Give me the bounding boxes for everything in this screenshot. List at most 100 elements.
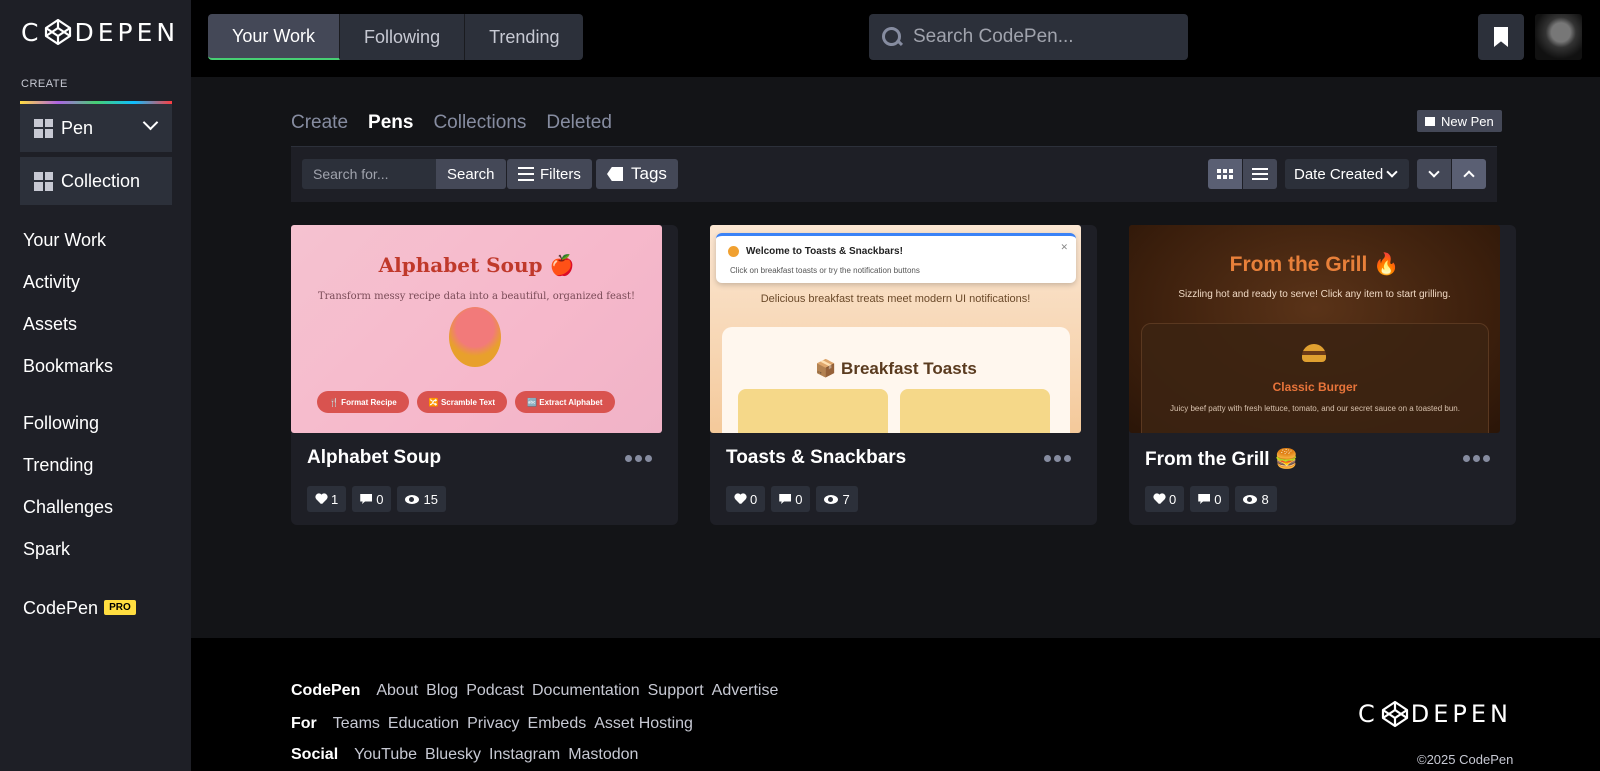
list-view-button[interactable] [1243, 159, 1277, 189]
pen-card[interactable]: Alphabet Soup 🍎 Transform messy recipe d… [291, 225, 678, 525]
preview-toast-icon [728, 246, 739, 257]
eye-icon [1243, 494, 1258, 504]
grid-view-button[interactable] [1208, 159, 1242, 189]
more-options-icon[interactable] [625, 455, 652, 462]
sidebar-item-codepen-pro[interactable]: CodePen PRO [23, 598, 136, 619]
views-button[interactable]: 15 [397, 486, 446, 512]
sidebar-item-activity[interactable]: Activity [23, 272, 80, 293]
preview-button: 🔤 Extract Alphabet [515, 391, 615, 413]
footer: CodePen About Blog Podcast Documentation… [191, 638, 1600, 771]
footer-link-teams[interactable]: Teams [333, 715, 380, 733]
footer-link-support[interactable]: Support [648, 682, 704, 700]
global-search [869, 14, 1188, 60]
sidebar-item-spark[interactable]: Spark [23, 539, 70, 560]
sort-descending-button[interactable] [1417, 159, 1451, 189]
view-count: 8 [1261, 491, 1269, 507]
new-pen-button[interactable]: New Pen [1417, 110, 1502, 132]
comments-button[interactable]: 0 [1190, 486, 1230, 512]
preview-item-title: Classic Burger [1272, 380, 1358, 394]
filters-button[interactable]: Filters [507, 159, 592, 189]
subtab-pens[interactable]: Pens [368, 112, 413, 134]
sidebar-item-assets[interactable]: Assets [23, 314, 77, 335]
copyright: ©2025 CodePen [1417, 752, 1514, 767]
preview-button: 🍴 Format Recipe [317, 391, 409, 413]
logo-letter: C [1358, 700, 1379, 728]
tab-your-work[interactable]: Your Work [208, 14, 341, 60]
tab-trending[interactable]: Trending [465, 14, 584, 60]
footer-logo[interactable]: C DEPEN [1358, 700, 1512, 728]
global-search-input[interactable] [913, 26, 1173, 48]
footer-link-mastodon[interactable]: Mastodon [568, 746, 638, 764]
sidebar: C DEPEN CREATE Pen Collection Your Work … [0, 0, 191, 771]
more-options-icon[interactable] [1463, 455, 1490, 462]
sidebar-item-challenges[interactable]: Challenges [23, 497, 113, 518]
codepen-app: C DEPEN CREATE Pen Collection Your Work … [0, 0, 1600, 771]
footer-link-education[interactable]: Education [388, 715, 459, 733]
sidebar-item-following[interactable]: Following [23, 413, 99, 434]
filters-label: Filters [540, 165, 581, 183]
sidebar-item-your-work[interactable]: Your Work [23, 230, 106, 251]
footer-link-instagram[interactable]: Instagram [489, 746, 560, 764]
footer-link-privacy[interactable]: Privacy [467, 715, 519, 733]
pen-preview[interactable]: From the Grill 🔥 Sizzling hot and ready … [1129, 225, 1500, 433]
close-icon: ✕ [1060, 242, 1068, 252]
footer-link-podcast[interactable]: Podcast [466, 682, 524, 700]
footer-link-bluesky[interactable]: Bluesky [425, 746, 481, 764]
pen-title[interactable]: From the Grill 🍔 [1145, 447, 1299, 471]
pen-card[interactable]: Welcome to Toasts & Snackbars! Click on … [710, 225, 1097, 525]
preview-tagline: Delicious breakfast treats meet modern U… [760, 293, 1031, 305]
footer-link-embeds[interactable]: Embeds [528, 715, 587, 733]
create-pen-button[interactable]: Pen [20, 104, 172, 152]
footer-link-blog[interactable]: Blog [426, 682, 458, 700]
user-avatar[interactable] [1535, 14, 1582, 60]
preview-subtitle: Sizzling hot and ready to serve! Click a… [1178, 289, 1451, 300]
comments-button[interactable]: 0 [352, 486, 392, 512]
more-options-icon[interactable] [1044, 455, 1071, 462]
codepen-cube-icon [45, 18, 72, 46]
like-button[interactable]: 0 [1145, 486, 1185, 512]
pen-preview[interactable]: Alphabet Soup 🍎 Transform messy recipe d… [291, 225, 662, 433]
pen-title[interactable]: Toasts & Snackbars [726, 447, 906, 469]
pen-card[interactable]: From the Grill 🔥 Sizzling hot and ready … [1129, 225, 1516, 525]
subtab-collections[interactable]: Collections [433, 112, 526, 134]
pens-search-input[interactable] [302, 159, 436, 189]
create-collection-button[interactable]: Collection [20, 157, 172, 205]
footer-row-codepen: CodePen About Blog Podcast Documentation… [291, 682, 778, 700]
codepen-cube-icon [1381, 700, 1408, 728]
tags-button[interactable]: Tags [596, 159, 678, 189]
footer-row-for: For Teams Education Privacy Embeds Asset… [291, 715, 693, 733]
subtab-create[interactable]: Create [291, 112, 348, 134]
preview-subtitle: Transform messy recipe data into a beaut… [317, 291, 636, 302]
comment-count: 0 [795, 491, 803, 507]
pen-icon [1425, 116, 1435, 126]
bookmarks-button[interactable] [1478, 14, 1524, 60]
views-button[interactable]: 8 [1235, 486, 1277, 512]
footer-link-youtube[interactable]: YouTube [354, 746, 417, 764]
chevron-down-icon[interactable] [142, 114, 159, 131]
footer-link-about[interactable]: About [376, 682, 418, 700]
tab-following[interactable]: Following [340, 14, 466, 60]
footer-link-documentation[interactable]: Documentation [532, 682, 640, 700]
views-button[interactable]: 7 [816, 486, 858, 512]
sort-select[interactable]: Date Created [1285, 159, 1409, 189]
footer-link-advertise[interactable]: Advertise [712, 682, 779, 700]
tags-label: Tags [631, 164, 667, 183]
sidebar-item-bookmarks[interactable]: Bookmarks [23, 356, 113, 377]
subtab-deleted[interactable]: Deleted [546, 112, 612, 134]
like-button[interactable]: 1 [307, 486, 347, 512]
sort-ascending-button[interactable] [1452, 159, 1486, 189]
create-label: CREATE [21, 78, 68, 90]
create-collection-label: Collection [61, 170, 141, 191]
codepen-logo[interactable]: C DEPEN [21, 18, 179, 47]
like-button[interactable]: 0 [726, 486, 766, 512]
pen-preview[interactable]: Welcome to Toasts & Snackbars! Click on … [710, 225, 1081, 433]
comments-button[interactable]: 0 [771, 486, 811, 512]
pen-title[interactable]: Alphabet Soup [307, 447, 441, 469]
footer-link-asset-hosting[interactable]: Asset Hosting [594, 715, 693, 733]
create-pen-label: Pen [61, 117, 94, 138]
pens-search-button[interactable]: Search [436, 159, 506, 189]
sort-select-value: Date Created [1294, 165, 1384, 183]
preview-tile [738, 389, 888, 433]
sidebar-item-trending[interactable]: Trending [23, 455, 93, 476]
grid-icon [34, 171, 53, 191]
